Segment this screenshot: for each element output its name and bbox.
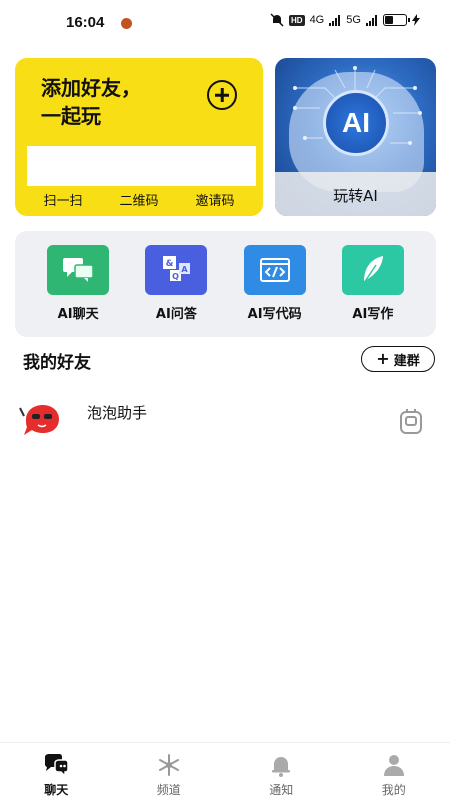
nav-label: 聊天 [44,783,69,797]
nav-label: 频道 [156,783,181,797]
red-bubble-avatar [19,405,59,435]
nav-chat[interactable]: 聊天 [0,743,113,800]
tool-label: AI写代码 [247,307,302,322]
hd-badge: HD [289,14,305,26]
qr-code-button[interactable]: 二维码 [119,190,158,209]
ai-card[interactable]: AI 玩转AI [275,58,436,216]
add-friend-actions: 扫一扫 二维码 邀请码 [15,190,263,209]
battery-fill [384,16,393,24]
person-icon [383,755,404,776]
snowflake-icon [158,754,179,776]
add-circle-icon[interactable] [207,80,237,110]
tool-label: AI问答 [155,307,197,322]
signal-bars-icon [365,14,377,26]
notification-dot-icon [121,18,132,29]
device-icon[interactable] [398,408,424,436]
mute-bell-icon [270,13,284,27]
signal-bars-icon [329,14,341,26]
create-group-button[interactable]: + 建群 [361,346,435,372]
ai-logo: AI [323,90,389,156]
svg-text:Q: Q [172,272,179,281]
nav-notify[interactable]: 通知 [225,743,338,800]
chat-icon [45,754,69,777]
tool-label: AI聊天 [57,307,99,322]
friend-list-item[interactable]: 泡泡助手 [0,392,450,452]
ai-card-label: 玩转AI [333,187,378,205]
charging-bolt-icon [411,14,420,26]
qa-cube-icon: & Q A [145,245,208,295]
svg-text:A: A [182,265,189,274]
invite-code-button[interactable]: 邀请码 [195,190,234,209]
bell-icon [272,757,291,777]
tool-ai-code[interactable]: AI写代码 [235,245,315,337]
friends-section-title: 我的好友 [23,353,91,373]
friend-name: 泡泡助手 [87,404,148,422]
add-friend-input-area[interactable] [27,146,256,186]
status-icons: HD 4G 5G [270,13,420,27]
status-time: 16:04 [66,14,105,31]
tool-label: AI写作 [352,307,394,322]
feather-icon [341,245,404,295]
chat-bubbles-icon [47,245,110,295]
plus-icon: + [376,349,390,368]
create-group-label: 建群 [393,353,420,369]
code-window-icon [243,245,306,295]
add-friend-card[interactable]: 添加好友， 一起玩 扫一扫 二维码 邀请码 [15,58,263,216]
svg-text:&: & [166,259,174,269]
nav-label: 我的 [381,783,406,797]
nav-label: 通知 [269,783,294,797]
scan-button[interactable]: 扫一扫 [43,190,82,209]
tool-ai-qa[interactable]: & Q A AI问答 [136,245,216,337]
signal-5g-label: 5G [346,14,361,26]
nav-me[interactable]: 我的 [338,743,450,800]
add-friend-title: 添加好友， 一起玩 [41,76,141,128]
battery-icon [382,14,410,26]
tool-ai-chat[interactable]: AI聊天 [38,245,118,337]
bottom-nav: 聊天 频道 通知 我的 [0,742,450,800]
nav-channel[interactable]: 频道 [113,743,226,800]
signal-4g-label: 4G [309,14,325,26]
tool-ai-writing[interactable]: AI写作 [333,245,413,337]
status-bar: 16:04 HD 4G 5G [0,0,450,44]
ai-tools-panel: AI聊天 & Q A AI问答 AI写代码 AI写作 [15,231,436,337]
